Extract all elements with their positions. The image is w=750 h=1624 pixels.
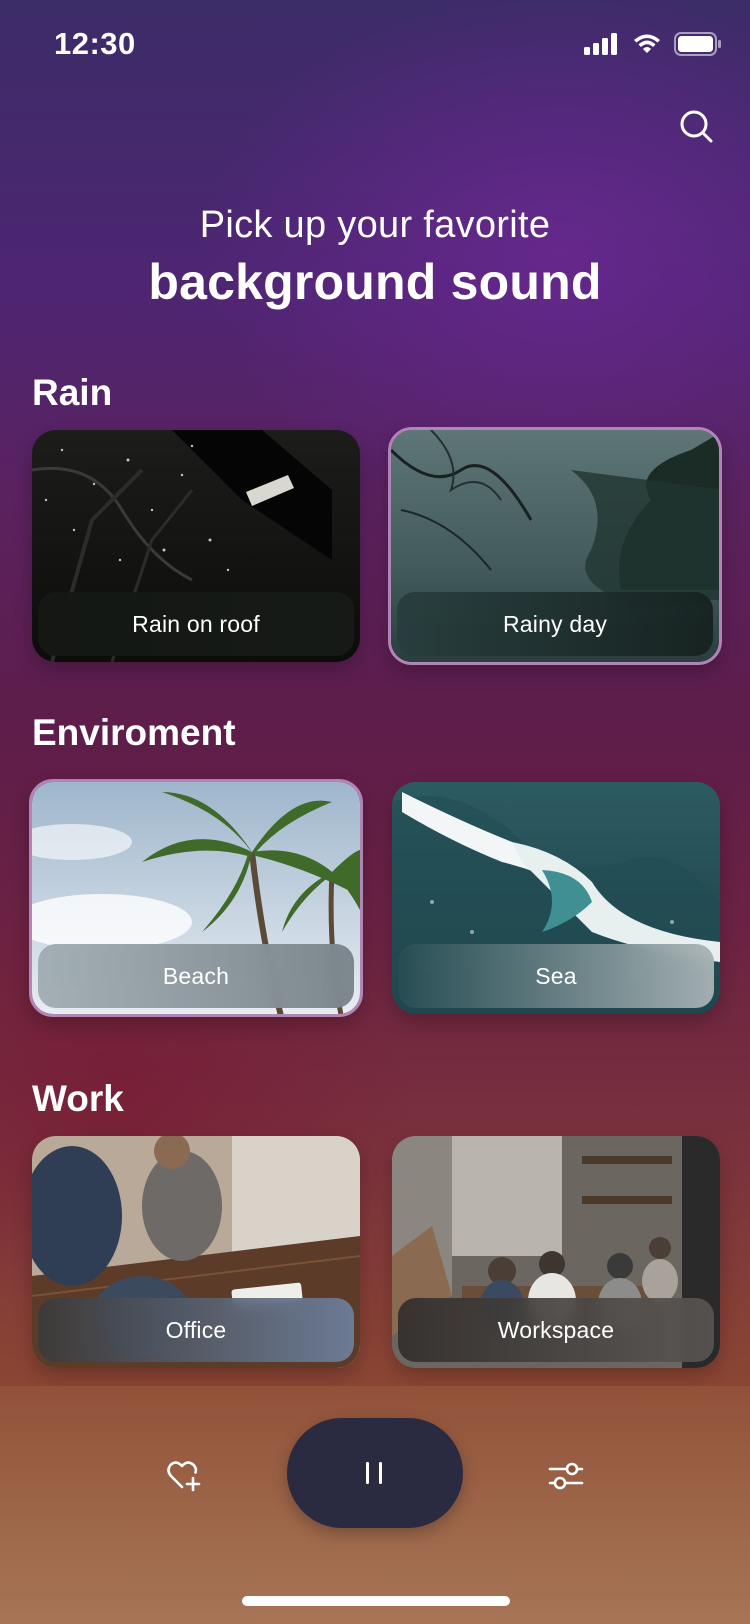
card-label: Sea [398,944,714,1008]
wifi-icon [634,34,660,53]
cellular-signal-icon [584,33,617,55]
status-icons [584,32,722,56]
section-title-rain: Rain [32,372,113,413]
sound-settings-button[interactable] [544,1454,588,1498]
status-time: 12:30 [54,26,136,61]
sliders-icon [548,1462,584,1490]
page-heading: Pick up your favorite background sound [0,202,750,316]
sound-card-sea[interactable]: Sea [392,782,720,1014]
sound-card-rainy-day[interactable]: Rainy day [388,427,722,665]
sound-card-office[interactable]: Office [32,1136,360,1368]
status-bar: 12:30 [0,0,750,92]
section-title-work: Work [32,1078,124,1119]
pause-button[interactable] [287,1418,463,1528]
pause-icon [366,1462,382,1484]
search-icon [680,110,713,143]
card-label: Office [38,1298,354,1362]
page-title: background sound [148,254,602,310]
home-indicator [242,1596,510,1606]
section-title-enviroment: Enviroment [32,712,236,753]
sound-card-rain-on-roof[interactable]: Rain on roof [32,430,360,662]
sound-card-workspace[interactable]: Workspace [392,1136,720,1368]
heart-plus-icon [167,1461,201,1492]
heading-subtitle: Pick up your favorite [199,204,551,246]
card-label: Beach [38,944,354,1008]
search-button[interactable] [674,104,718,148]
add-favorite-button[interactable] [162,1454,206,1498]
sound-card-beach[interactable]: Beach [29,779,363,1017]
battery-icon [674,32,721,56]
card-label: Rainy day [397,592,713,656]
card-label: Rain on roof [38,592,354,656]
card-label: Workspace [398,1298,714,1362]
